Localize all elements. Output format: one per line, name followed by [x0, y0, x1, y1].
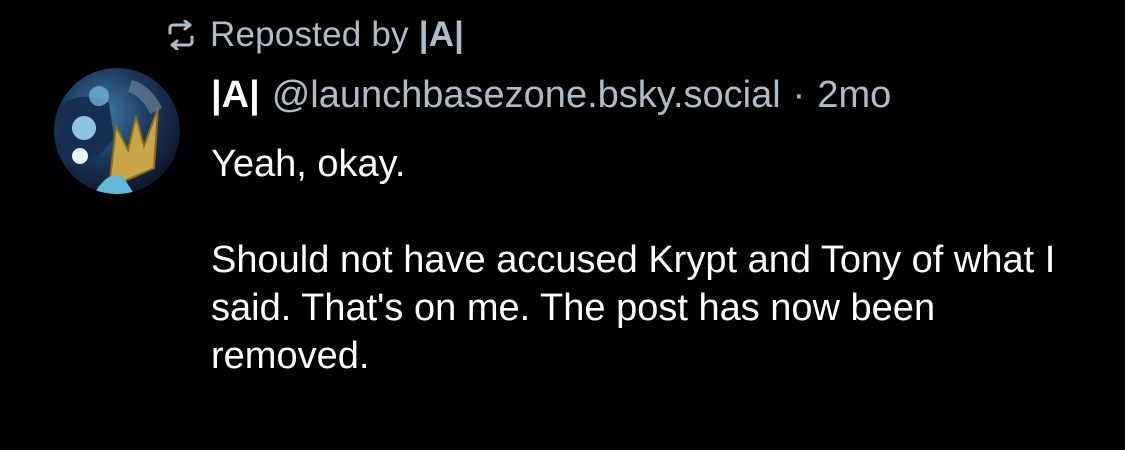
post-header: |A| @launchbasezone.bsky.social · 2mo	[211, 70, 1091, 120]
meta-separator: ·	[792, 73, 806, 116]
avatar[interactable]	[54, 68, 180, 194]
post-text: Yeah, okay. Should not have accused Kryp…	[211, 140, 1091, 380]
post-timestamp[interactable]: 2mo	[817, 74, 891, 117]
paragraph-break	[211, 188, 1091, 236]
post[interactable]: |A| @launchbasezone.bsky.social · 2mo Ye…	[211, 70, 1091, 380]
author-display-name[interactable]: |A|	[211, 74, 260, 117]
post-paragraph: Yeah, okay.	[211, 143, 406, 185]
repost-author[interactable]: |A|	[419, 15, 464, 55]
repost-indicator[interactable]: Reposted by |A|	[164, 12, 464, 58]
repost-icon	[164, 20, 198, 50]
repost-label: Reposted by	[210, 15, 409, 54]
author-handle[interactable]: @launchbasezone.bsky.social	[272, 74, 781, 117]
post-paragraph: Should not have accused Krypt and Tony o…	[211, 239, 1056, 377]
